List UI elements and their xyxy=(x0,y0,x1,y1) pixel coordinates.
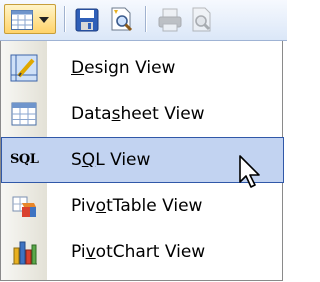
print-preview-icon[interactable] xyxy=(188,6,216,34)
datasheet-view-icon xyxy=(11,102,37,126)
menu-item-label: Datasheet View xyxy=(71,104,205,124)
mouse-pointer-icon xyxy=(239,155,260,188)
menu-item-label: PivotTable View xyxy=(71,196,203,216)
toolbar-separator xyxy=(145,6,147,32)
file-search-icon[interactable] xyxy=(108,6,136,34)
menu-item-pivotchart-view[interactable]: PivotChart View xyxy=(1,229,284,275)
printer-icon[interactable] xyxy=(156,6,184,34)
pivottable-view-icon xyxy=(12,196,36,217)
menu-item-label: SQL View xyxy=(71,150,151,170)
toolbar-separator xyxy=(64,6,66,32)
sql-view-icon: SQL xyxy=(10,152,39,167)
menu-item-label: Design View xyxy=(71,58,176,78)
toolbar xyxy=(0,0,287,41)
menu-item-design-view[interactable]: Design View xyxy=(1,45,284,91)
design-view-icon xyxy=(10,54,38,82)
menu-item-datasheet-view[interactable]: Datasheet View xyxy=(1,91,284,137)
menu-item-label: PivotChart View xyxy=(71,242,206,262)
view-dropdown-button[interactable] xyxy=(4,4,56,34)
datasheet-grid-icon xyxy=(11,10,33,30)
save-disk-icon[interactable] xyxy=(74,6,100,34)
chevron-down-icon xyxy=(39,17,49,23)
pivotchart-view-icon xyxy=(12,241,37,265)
